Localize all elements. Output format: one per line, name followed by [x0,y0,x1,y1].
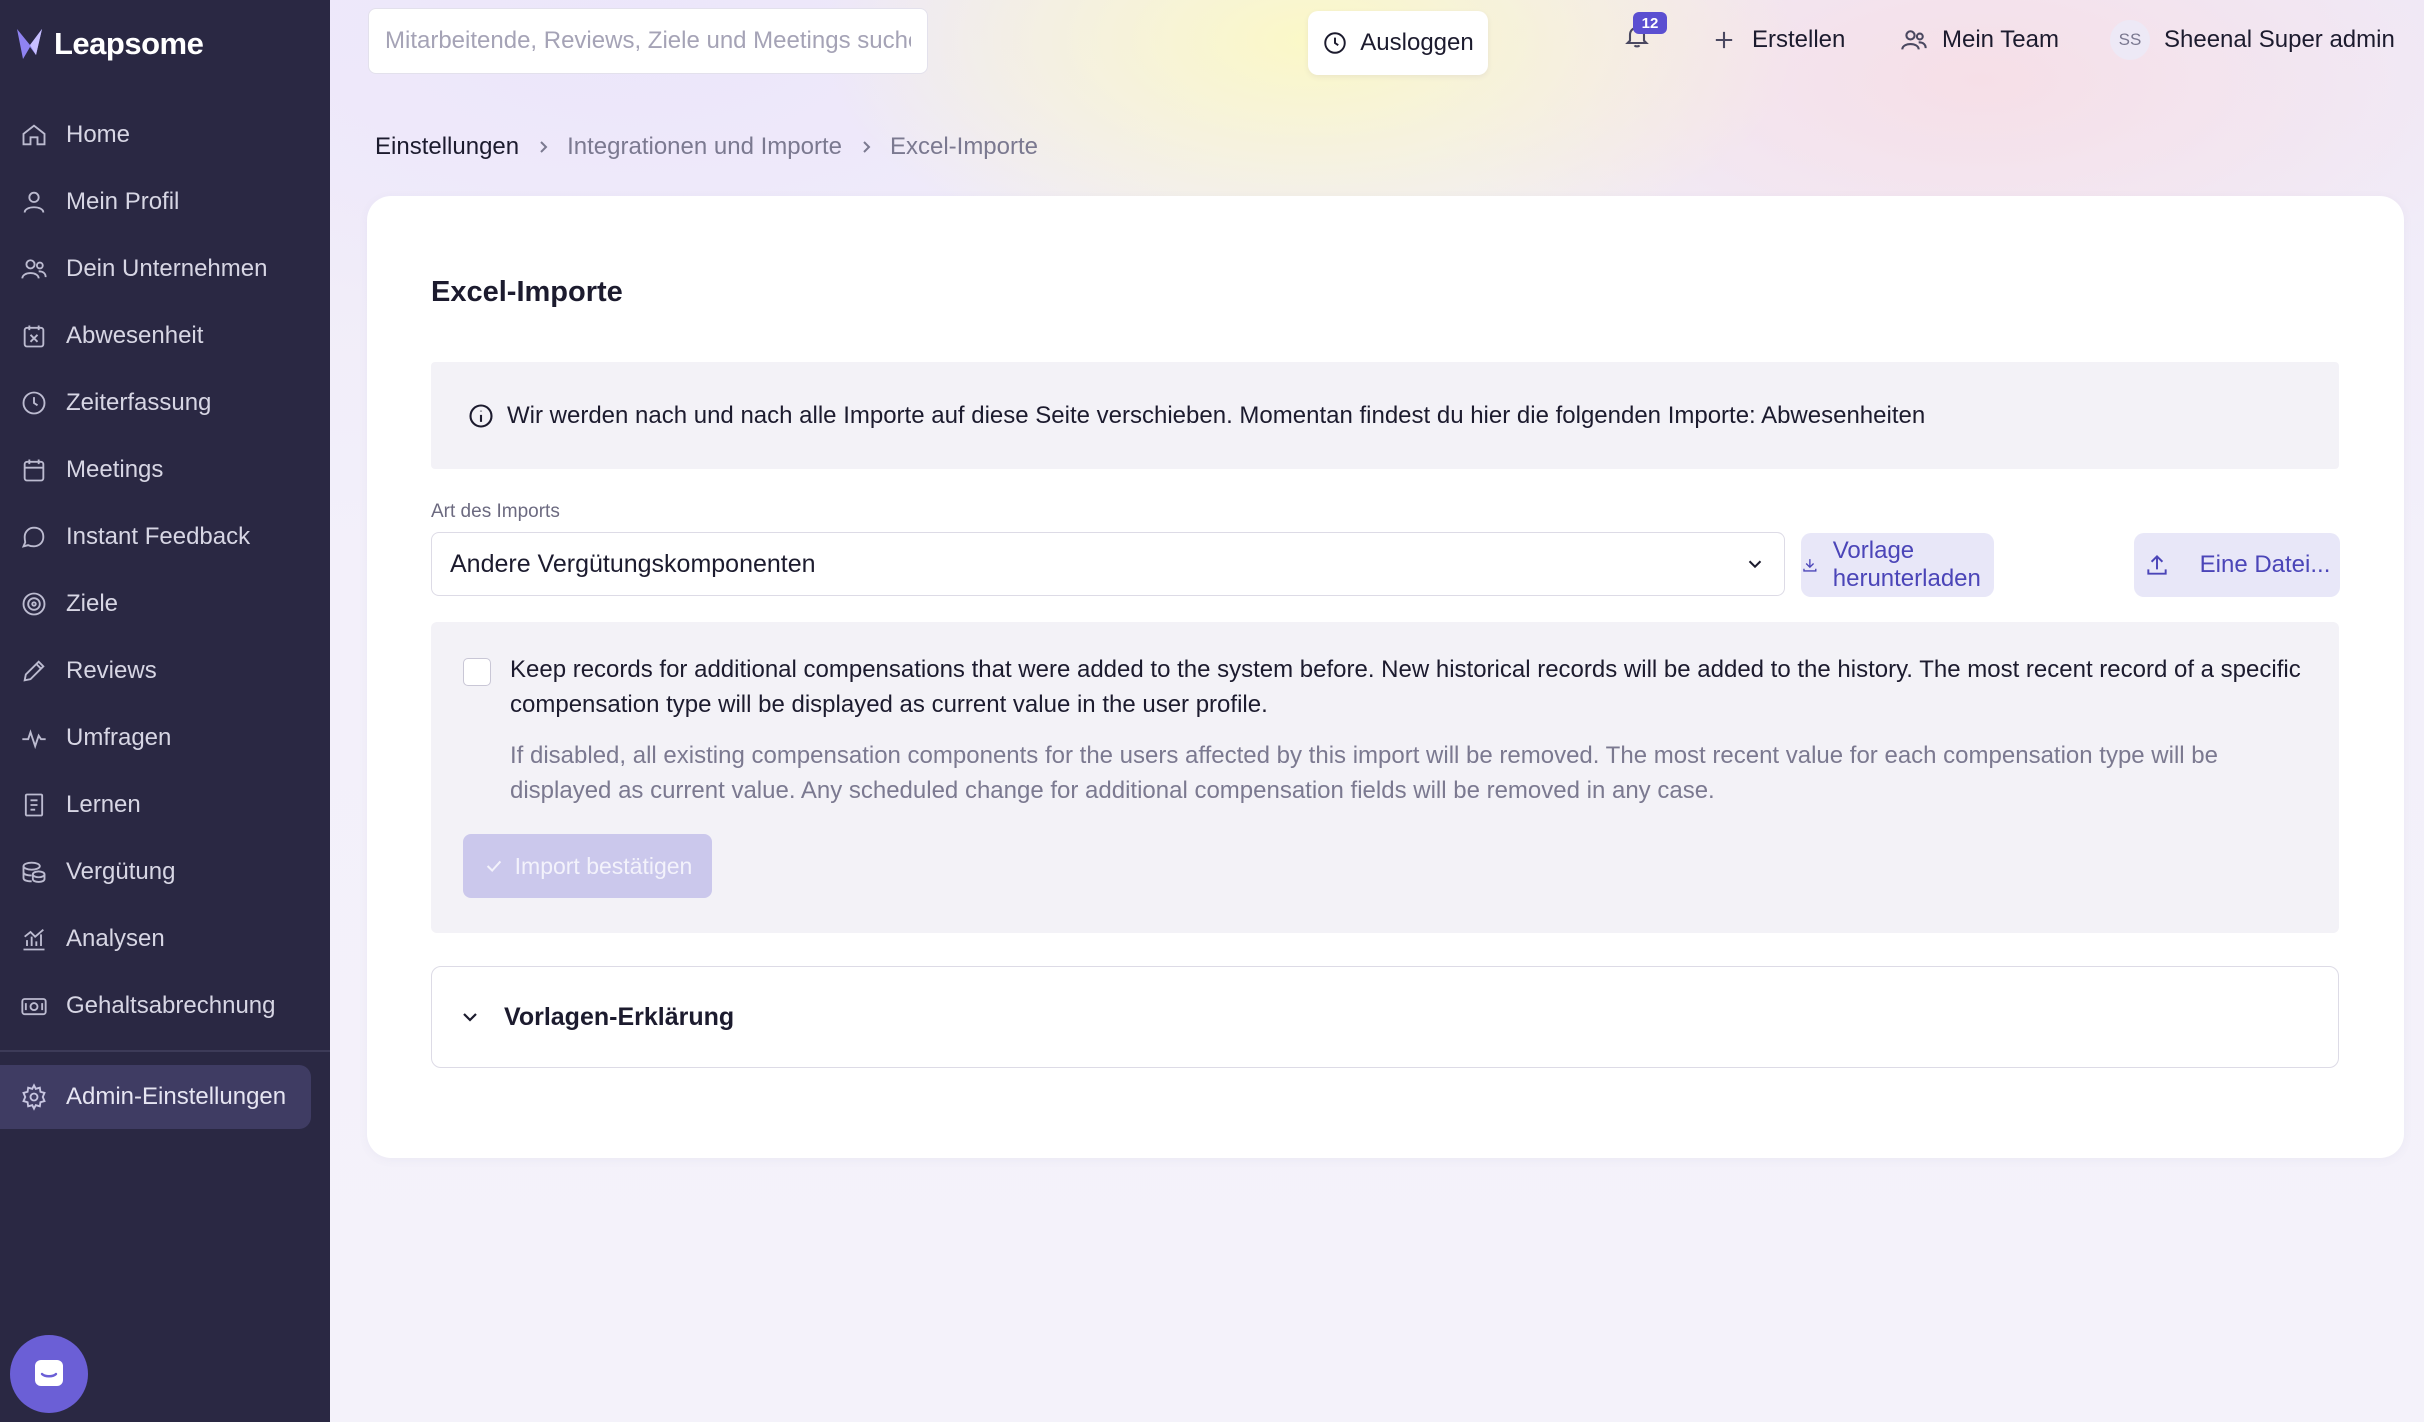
user-menu[interactable]: SS Sheenal Super admin [2110,18,2395,62]
sidebar-item-verguetung[interactable]: Vergütung [0,838,330,905]
my-team-button[interactable]: Mein Team [1900,18,2059,62]
accordion-label: Vorlagen-Erklärung [504,1002,735,1031]
create-label: Erstellen [1752,26,1846,53]
my-team-label: Mein Team [1942,26,2059,53]
sidebar-item-label: Instant Feedback [66,522,251,550]
sidebar-item-label: Mein Profil [66,187,180,215]
app-logo[interactable]: Leapsome [14,22,204,66]
sidebar-item-umfragen[interactable]: Umfragen [0,704,330,771]
upload-file-label: Eine Datei... [2199,551,2331,578]
support-chat-button[interactable] [10,1335,88,1413]
breadcrumb-integrations[interactable]: Integrationen und Importe [567,133,842,161]
download-icon [1803,559,1817,572]
breadcrumb-settings[interactable]: Einstellungen [375,133,519,161]
sidebar-item-reviews[interactable]: Reviews [0,637,330,704]
user-icon [23,191,45,213]
sidebar-item-label: Reviews [66,656,157,684]
main-area: Ausloggen 12 Erstellen Mein Team SS Shee… [330,0,2424,1422]
sidebar-item-meetings[interactable]: Meetings [0,436,330,503]
keep-records-panel: Keep records for additional compensation… [431,622,2339,933]
sidebar-item-home[interactable]: Home [0,101,330,168]
chart-icon [23,928,45,950]
sidebar-item-label: Gehaltsabrechnung [66,991,276,1019]
sidebar-item-label: Lernen [66,790,141,818]
upload-file-button[interactable]: Eine Datei... [2134,533,2340,597]
coins-icon [22,861,46,883]
sidebar-item-abwesenheit[interactable]: Abwesenheit [0,302,330,369]
chevron-right-icon [540,141,548,153]
team-icon [1901,30,1927,50]
sidebar-item-dein-unternehmen[interactable]: Dein Unternehmen [0,235,330,302]
keep-records-checkbox[interactable] [463,658,491,686]
app-logo-text: Leapsome [54,26,204,61]
keep-records-hint: If disabled, all existing compensation c… [510,742,2218,804]
chevron-right-icon [863,141,871,153]
logout-label: Ausloggen [1360,29,1474,56]
sidebar-item-analysen[interactable]: Analysen [0,905,330,972]
plus-icon [1715,31,1733,49]
keep-records-text: Keep records for additional compensation… [510,656,2301,718]
leapsome-logo-icon [17,29,42,59]
notification-count-badge: 12 [1633,12,1667,34]
calendar-icon [23,459,45,481]
sidebar-nav: Home Mein Profil Dein Unternehmen Abwese… [0,101,330,1039]
avatar: SS [2110,20,2150,60]
sidebar-item-zeiterfassung[interactable]: Zeiterfassung [0,369,330,436]
sidebar-item-label: Admin-Einstellungen [66,1083,287,1110]
sidebar-item-lernen[interactable]: Lernen [0,771,330,838]
pulse-icon [22,728,46,749]
sidebar: Leapsome Home Mein Profil Dein Unternehm… [0,0,330,1422]
chat-bubble-icon [35,1360,63,1386]
breadcrumb-current: Excel-Importe [889,133,1039,160]
check-icon [486,860,501,873]
sidebar-item-label: Zeiterfassung [66,388,212,416]
breadcrumb: Einstellungen Integrationen und Importe … [375,130,1038,164]
confirm-import-button[interactable]: Import bestätigen [463,834,712,898]
chevron-down-icon [1748,560,1762,569]
page-title: Excel-Importe [431,276,623,308]
clock-icon [22,391,46,414]
logout-button[interactable]: Ausloggen [1308,11,1488,75]
sidebar-item-ziele[interactable]: Ziele [0,570,330,637]
sidebar-item-label: Vergütung [66,857,176,885]
pen-icon [23,659,45,682]
gear-icon [22,1083,46,1111]
sidebar-item-label: Meetings [66,455,164,483]
template-explanation-accordion[interactable]: Vorlagen-Erklärung [431,966,2339,1068]
users-icon [21,258,47,279]
sidebar-item-label: Dein Unternehmen [66,254,268,282]
create-button[interactable]: Erstellen [1710,18,1845,62]
sidebar-item-label: Analysen [66,924,165,952]
download-template-label: Vorlage herunterladen [1832,537,1981,592]
import-type-label: Art des Imports [431,501,560,522]
book-icon [24,793,44,816]
excel-imports-card: Excel-Importe Wir werden nach und nach a… [367,196,2404,1158]
chat-icon [21,526,45,548]
search-input[interactable] [368,8,928,74]
import-type-value: Andere Vergütungskomponenten [450,549,816,578]
calendar-x-icon [23,325,45,347]
sidebar-item-mein-profil[interactable]: Mein Profil [0,168,330,235]
banknote-icon [21,997,47,1015]
sidebar-item-label: Home [66,120,131,148]
confirm-import-label: Import bestätigen [514,852,693,879]
sidebar-item-label: Abwesenheit [66,321,204,349]
home-icon [22,123,46,145]
sidebar-item-label: Umfragen [66,723,172,751]
sidebar-item-admin-einstellungen[interactable]: Admin-Einstellungen [0,1065,311,1129]
import-type-select[interactable]: Andere Vergütungskomponenten [431,532,1785,596]
sidebar-item-instant-feedback[interactable]: Instant Feedback [0,503,330,570]
clock-icon [1324,32,1347,54]
sidebar-item-gehaltsabrechnung[interactable]: Gehaltsabrechnung [0,972,330,1039]
info-banner: Wir werden nach und nach alle Importe au… [431,362,2339,469]
info-icon [469,403,493,428]
download-template-button[interactable]: Vorlage herunterladen [1801,533,1994,597]
user-name: Sheenal Super admin [2164,26,2395,53]
sidebar-item-label: Ziele [66,589,119,617]
sidebar-divider [0,1050,330,1052]
target-icon [22,592,46,615]
info-text: Wir werden nach und nach alle Importe au… [507,401,1926,429]
chevron-down-icon [463,1013,477,1022]
upload-icon [2146,554,2167,575]
